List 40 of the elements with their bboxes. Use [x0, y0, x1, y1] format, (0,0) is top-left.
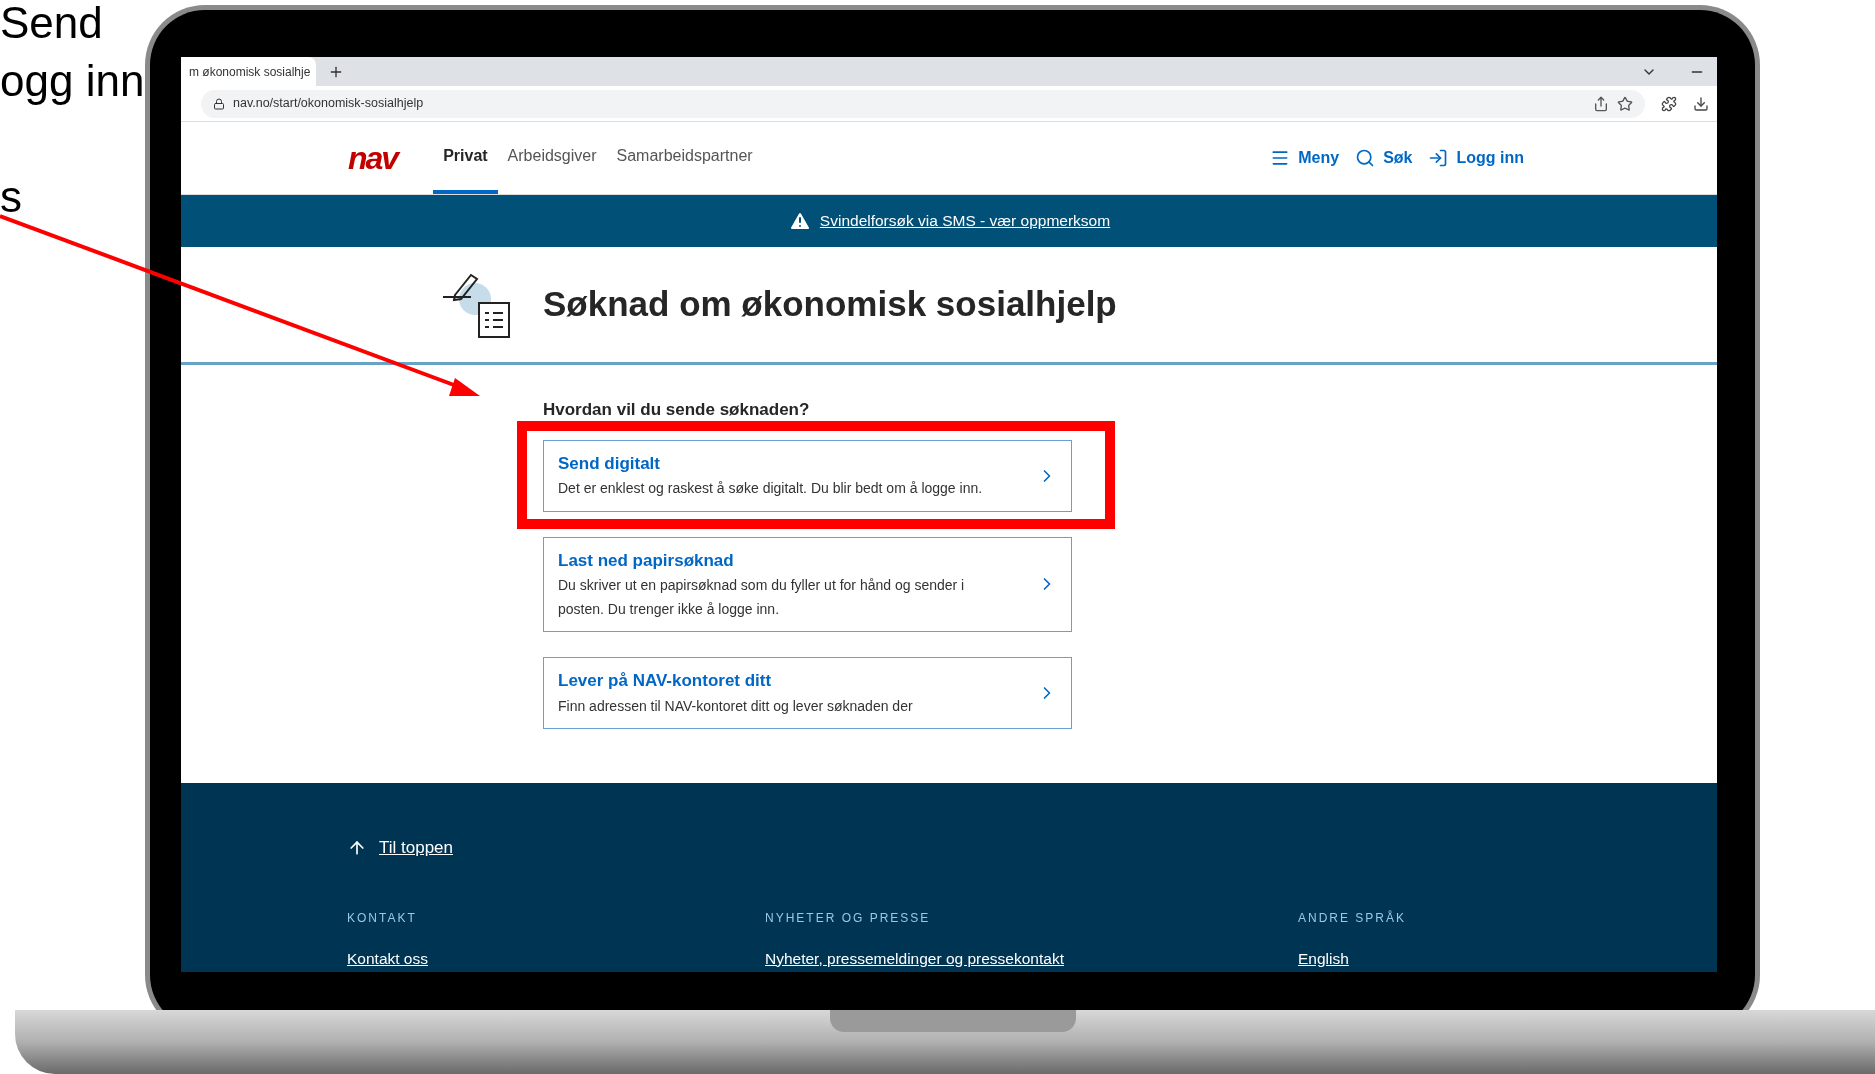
option-card[interactable]: Last ned papirsøknad Du skriver ut en papirsøknad som du fyller ut for hånd og sender i posten. Du trenger ikke å logge inn. — [543, 536, 1072, 632]
nav-action[interactable]: Logg inn — [1428, 122, 1524, 194]
slide-text: Send — [0, 0, 104, 49]
nav-action[interactable]: Søk — [1355, 122, 1413, 194]
extensions-icon[interactable] — [1661, 95, 1677, 112]
share-icon[interactable] — [1593, 95, 1609, 112]
browser-tab[interactable]: m økonomisk sosialhje — [181, 57, 316, 86]
option-description: Det er enklest og raskest å søke digitalt. Du blir bedt om å logge inn. — [558, 479, 984, 499]
tab-title: m økonomisk sosialhje — [189, 63, 311, 81]
option-card[interactable]: Lever på NAV-kontoret ditt Finn adressen til NAV-kontoret ditt og lever søknaden der — [543, 657, 1072, 729]
page-title: Søknad om økonomisk sosialhjelp — [543, 283, 1117, 326]
question-heading: Hvordan vil du sende søknaden? — [543, 399, 811, 421]
nav-tab[interactable]: Samarbeidspartner — [606, 122, 763, 194]
footer-link[interactable]: English — [1298, 946, 1349, 970]
footer-link[interactable]: Kontakt oss — [347, 946, 428, 970]
slide-text: ogg inn — [0, 55, 145, 107]
nav-action[interactable]: Meny — [1270, 122, 1340, 194]
login-icon — [1428, 148, 1449, 168]
footer-heading: NYHETER OG PRESSE — [765, 909, 931, 927]
url-field[interactable]: nav.no/start/okonomisk-sosialhjelp — [201, 89, 1645, 118]
option-title: Last ned papirsøknad — [558, 549, 735, 572]
star-icon[interactable] — [1617, 95, 1633, 112]
footer-heading: KONTAKT — [347, 909, 417, 927]
footer-link[interactable]: Nyheter, pressemeldinger og pressekontakt — [765, 946, 1064, 970]
to-top-link[interactable]: Til toppen — [347, 835, 1557, 861]
option-description: Finn adressen til NAV-kontoret ditt og lever søknaden der — [558, 696, 914, 716]
option-description: Du skriver ut en papirsøknad som du fyller ut for hånd og sender i posten. Du trenger ikke å logge inn. — [558, 576, 966, 619]
download-icon[interactable] — [1693, 95, 1709, 112]
option-card[interactable]: Send digitalt Det er enklest og raskest å søke digitalt. Du blir bedt om å logge inn. — [543, 439, 1072, 512]
nav-logo[interactable]: nav — [348, 134, 398, 182]
search-icon — [1355, 148, 1376, 168]
new-tab-icon[interactable] — [328, 64, 344, 80]
nav-tab[interactable]: Arbeidsgiver — [497, 122, 607, 194]
option-title: Send digitalt — [558, 452, 661, 475]
url-text: nav.no/start/okonomisk-sosialhjelp — [233, 95, 424, 113]
alert-link[interactable]: Svindelforsøk via SMS - vær oppmerksom — [819, 209, 1111, 233]
slide-text: s — [0, 171, 23, 223]
footer-heading: ANDRE SPRÅK — [1298, 909, 1407, 927]
option-title: Lever på NAV-kontoret ditt — [558, 670, 773, 693]
lock-icon — [213, 97, 225, 110]
